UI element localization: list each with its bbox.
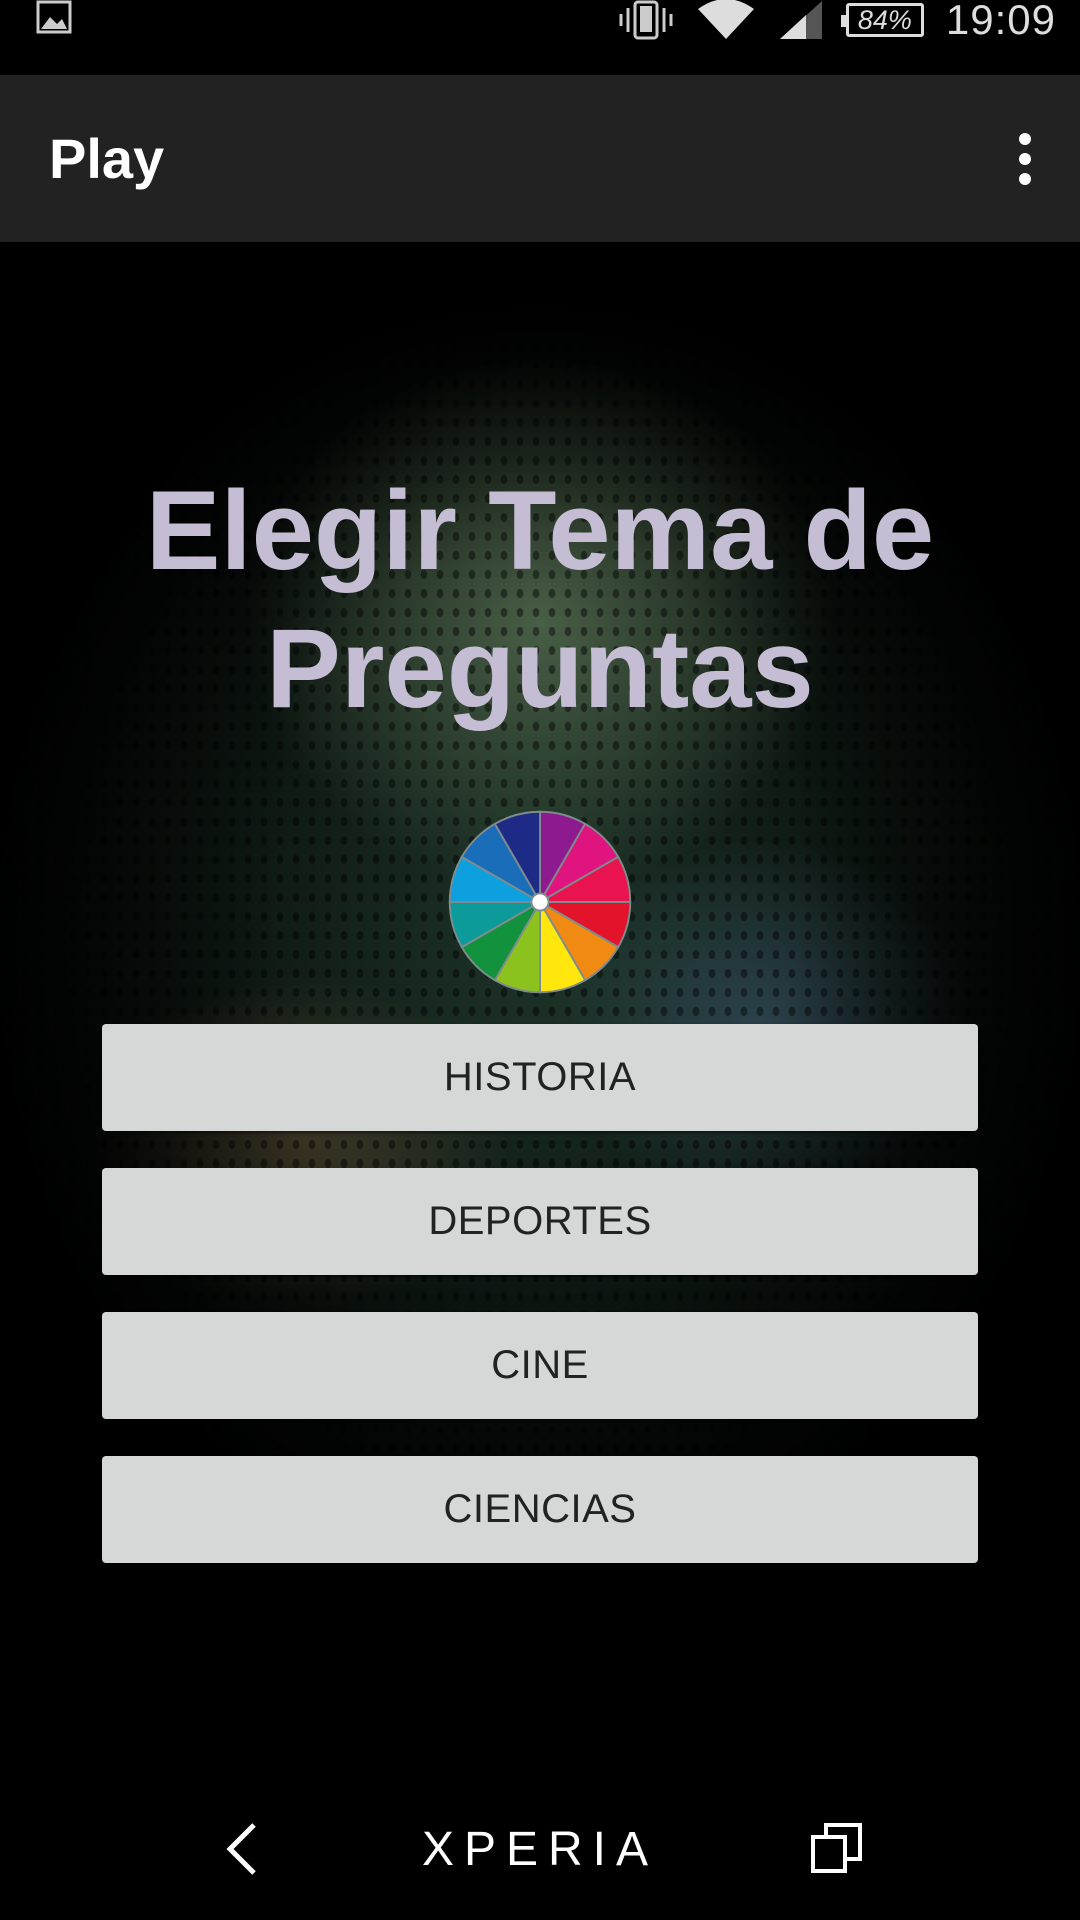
status-bar: 84% 19:09 <box>0 0 1080 75</box>
page-heading: Elegir Tema de Preguntas <box>145 468 935 731</box>
screen: 84% 19:09 Play Elegir Tema de Preguntas <box>0 0 1080 1920</box>
color-wheel-icon <box>448 810 632 994</box>
topic-button-historia[interactable]: HISTORIA <box>102 1024 978 1131</box>
menu-dot <box>1019 173 1031 185</box>
signal-icon <box>779 1 822 39</box>
wifi-icon <box>697 0 754 39</box>
topic-button-deportes[interactable]: DEPORTES <box>102 1168 978 1275</box>
menu-dot <box>1019 153 1031 165</box>
topic-button-ciencias[interactable]: CIENCIAS <box>102 1456 978 1563</box>
gallery-icon <box>36 0 72 34</box>
clock: 19:09 <box>945 0 1056 43</box>
main-content: Elegir Tema de Preguntas HISTORIA DEPORT… <box>0 242 1080 1776</box>
back-icon[interactable] <box>222 1821 262 1877</box>
app-title: Play <box>49 127 165 190</box>
status-icons: 84% 19:09 <box>618 0 1056 43</box>
overflow-menu-icon[interactable] <box>1000 127 1050 191</box>
brand-logo[interactable]: XPERIA <box>400 1820 680 1880</box>
app-bar: Play <box>0 75 1080 242</box>
menu-dot <box>1019 133 1031 145</box>
topic-button-cine[interactable]: CINE <box>102 1312 978 1419</box>
battery-level: 84% <box>857 5 912 35</box>
navigation-bar: XPERIA <box>0 1776 1080 1920</box>
battery-icon: 84% <box>840 3 924 37</box>
recents-icon[interactable] <box>810 1821 864 1875</box>
vibrate-icon <box>619 0 673 40</box>
